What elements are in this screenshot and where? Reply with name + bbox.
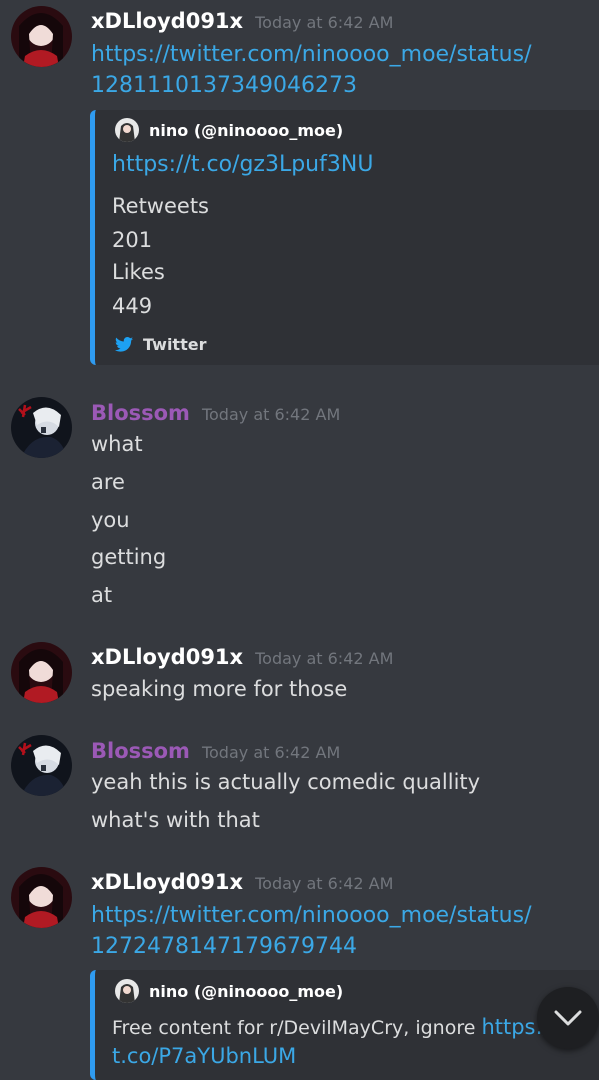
embed-author-avatar bbox=[115, 118, 139, 142]
timestamp: Today at 6:42 AM bbox=[255, 874, 394, 893]
embed-footer-text: Twitter bbox=[143, 335, 207, 354]
message-link[interactable]: https://twitter.com/ninoooo_moe/status/ bbox=[91, 900, 531, 931]
twitter-embed: nino (@ninoooo_moe) https://t.co/gz3Lpuf… bbox=[90, 110, 599, 365]
avatar[interactable] bbox=[11, 867, 72, 928]
embed-text-link-cont[interactable]: t.co/P7aYUbnLUM bbox=[112, 1044, 296, 1068]
message-header: Blossom Today at 6:42 AM bbox=[91, 401, 340, 425]
timestamp: Today at 6:42 AM bbox=[201, 743, 341, 762]
avatar[interactable] bbox=[11, 397, 72, 458]
embed-author-avatar bbox=[115, 979, 139, 1003]
embed-author: nino (@ninoooo_moe) bbox=[115, 979, 343, 1003]
timestamp: Today at 6:42 AM bbox=[255, 649, 394, 668]
avatar[interactable] bbox=[11, 642, 72, 703]
message-text: you bbox=[91, 508, 130, 532]
message-text: yeah this is actually comedic quallity bbox=[91, 770, 481, 794]
message-header: xDLloyd091x Today at 6:42 AM bbox=[91, 870, 393, 894]
message-header: xDLloyd091x Today at 6:42 AM bbox=[91, 9, 393, 33]
embed-author-name[interactable]: nino (@ninoooo_moe) bbox=[149, 982, 343, 1001]
embed-footer: Twitter bbox=[115, 335, 206, 354]
message-link[interactable]: https://twitter.com/ninoooo_moe/status/ bbox=[91, 39, 531, 70]
twitter-bird-icon bbox=[115, 337, 133, 352]
message-text: speaking more for those bbox=[91, 677, 348, 701]
timestamp: Today at 6:42 AM bbox=[201, 405, 341, 424]
embed-field-value: 449 bbox=[112, 294, 153, 318]
scroll-to-bottom-button[interactable] bbox=[537, 987, 599, 1049]
message-text: what's with that bbox=[91, 808, 260, 832]
embed-field-name: Likes bbox=[112, 260, 165, 284]
message-text: at bbox=[91, 583, 113, 607]
embed-author-name[interactable]: nino (@ninoooo_moe) bbox=[149, 121, 343, 140]
username[interactable]: xDLloyd091x bbox=[91, 645, 243, 669]
username[interactable]: xDLloyd091x bbox=[91, 9, 243, 33]
embed-field-value: 201 bbox=[112, 228, 153, 252]
chevron-down-icon bbox=[554, 1010, 582, 1026]
embed-link[interactable]: https://t.co/gz3Lpuf3NU bbox=[112, 152, 373, 177]
timestamp: Today at 6:42 AM bbox=[255, 13, 394, 32]
message-link-cont[interactable]: 1272478147179679744 bbox=[91, 931, 357, 962]
embed-description: Free content for r/DevilMayCry, ignore h… bbox=[112, 1015, 557, 1039]
message-text: what bbox=[91, 432, 143, 456]
username[interactable]: Blossom bbox=[91, 739, 190, 763]
message-link-cont[interactable]: 1281110137349046273 bbox=[91, 70, 357, 101]
message-text: are bbox=[91, 470, 125, 494]
avatar[interactable] bbox=[11, 735, 72, 796]
message-header: Blossom Today at 6:42 AM bbox=[91, 739, 340, 763]
message-header: xDLloyd091x Today at 6:42 AM bbox=[91, 645, 393, 669]
embed-field-name: Retweets bbox=[112, 194, 209, 218]
username[interactable]: Blossom bbox=[91, 401, 190, 425]
embed-author: nino (@ninoooo_moe) bbox=[115, 118, 343, 142]
twitter-embed: nino (@ninoooo_moe) Free content for r/D… bbox=[90, 970, 599, 1080]
message-text: getting bbox=[91, 545, 167, 569]
embed-text: Free content for r/DevilMayCry, ignore bbox=[112, 1017, 482, 1039]
username[interactable]: xDLloyd091x bbox=[91, 870, 243, 894]
avatar[interactable] bbox=[11, 6, 72, 67]
